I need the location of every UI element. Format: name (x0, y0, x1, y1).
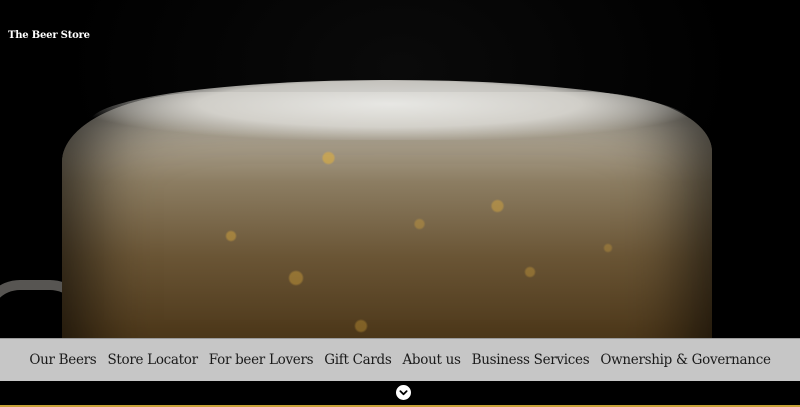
page: The Beer Store Our Beers Store Locator F… (0, 0, 800, 407)
scroll-down-button[interactable] (396, 385, 411, 400)
nav-item-our-beers[interactable]: Our Beers (29, 352, 96, 368)
bottom-strip (0, 381, 800, 407)
nav-item-gift-cards[interactable]: Gift Cards (324, 352, 392, 368)
main-nav: Our Beers Store Locator For beer Lovers … (0, 338, 800, 381)
hero-image: The Beer Store (0, 0, 800, 338)
nav-item-store-locator[interactable]: Store Locator (107, 352, 198, 368)
nav-item-for-beer-lovers[interactable]: For beer Lovers (209, 352, 314, 368)
chevron-down-icon (399, 390, 408, 396)
nav-item-business-services[interactable]: Business Services (472, 352, 590, 368)
nav-item-about-us[interactable]: About us (402, 352, 460, 368)
logo[interactable]: The Beer Store (8, 30, 90, 41)
beer-foam (90, 80, 690, 140)
nav-item-ownership-governance[interactable]: Ownership & Governance (600, 352, 771, 368)
